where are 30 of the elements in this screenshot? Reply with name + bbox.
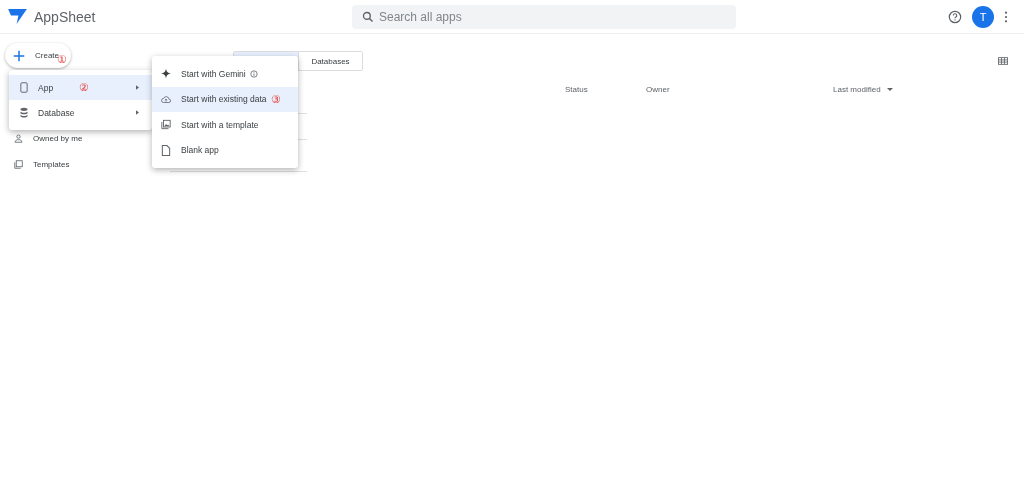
database-icon (19, 107, 29, 118)
step-marker: ② (79, 82, 89, 93)
menu-item[interactable]: Database (9, 100, 152, 125)
menu-item[interactable]: App ② (9, 75, 152, 100)
more-icon[interactable] (1004, 10, 1008, 23)
images-icon (14, 159, 23, 169)
person-icon (14, 133, 23, 143)
submenu-arrow-icon (136, 110, 139, 115)
images-icon (161, 119, 171, 131)
avatar[interactable]: T (972, 5, 994, 28)
help-icon[interactable] (948, 9, 962, 24)
cloud-upload-icon (161, 93, 171, 105)
column-header[interactable]: Last modified (833, 85, 881, 94)
sort-arrow-icon[interactable] (886, 88, 893, 91)
phone-icon (19, 82, 29, 93)
step-marker: ③ (270, 93, 281, 105)
file-icon (161, 144, 171, 156)
column-header[interactable]: Status (565, 85, 588, 94)
submenu-arrow-icon (136, 85, 139, 90)
menu-item[interactable]: Start with Gemini (152, 61, 298, 87)
plus-icon (13, 49, 25, 62)
search-field[interactable]: Search all apps (352, 4, 736, 29)
search-icon (362, 10, 374, 23)
segment-tab[interactable]: Databases (298, 52, 362, 70)
menu-item[interactable]: Start with existing data ③ (152, 86, 298, 112)
app-name: AppSheet (34, 8, 96, 25)
column-header[interactable]: Owner (646, 85, 670, 94)
step-marker: ① (57, 54, 67, 65)
grid-view-icon[interactable] (998, 57, 1008, 65)
logo-icon (8, 9, 27, 24)
